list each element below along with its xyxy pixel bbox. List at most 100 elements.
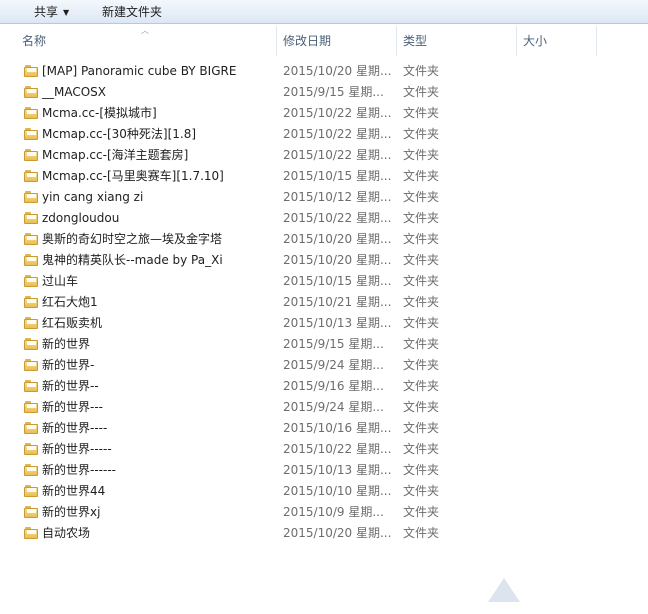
folder-icon (24, 443, 38, 455)
file-date: 2015/10/22 星期... (283, 211, 392, 225)
column-name-label: 名称 (22, 34, 47, 48)
file-name: 过山车 (42, 274, 79, 288)
new-folder-button[interactable]: 新建文件夹 (98, 3, 166, 21)
file-row[interactable]: 新的世界xj 2015/10/9 星期... 文件夹 (0, 502, 648, 523)
file-date: 2015/10/20 星期... (283, 64, 392, 78)
column-header: ︿ 名称 修改日期 类型 大小 (0, 26, 648, 56)
folder-icon (24, 65, 38, 77)
file-date: 2015/10/22 星期... (283, 442, 392, 456)
folder-icon (24, 170, 38, 182)
file-row[interactable]: Mcmap.cc-[海洋主题套房] 2015/10/22 星期... 文件夹 (0, 145, 648, 166)
folder-icon (24, 506, 38, 518)
file-date: 2015/10/22 星期... (283, 148, 392, 162)
folder-icon (24, 296, 38, 308)
file-name: 奥斯的奇幻时空之旅—埃及金字塔 (42, 232, 223, 246)
file-row[interactable]: 新的世界44 2015/10/10 星期... 文件夹 (0, 481, 648, 502)
file-row[interactable]: 新的世界 2015/9/15 星期... 文件夹 (0, 334, 648, 355)
file-name: __MACOSX (42, 85, 107, 99)
folder-icon (24, 86, 38, 98)
folder-icon (24, 485, 38, 497)
file-row[interactable]: [MAP] Panoramic cube BY BIGRE 2015/10/20 … (0, 61, 648, 82)
folder-icon (24, 464, 38, 476)
column-size-label: 大小 (523, 34, 548, 48)
file-type: 文件夹 (403, 463, 440, 477)
folder-icon (24, 254, 38, 266)
file-row[interactable]: __MACOSX 2015/9/15 星期... 文件夹 (0, 82, 648, 103)
file-type: 文件夹 (403, 274, 440, 288)
chevron-down-icon: ▼ (63, 8, 70, 17)
folder-icon (24, 107, 38, 119)
column-divider[interactable] (596, 26, 597, 56)
file-row[interactable]: 新的世界---- 2015/10/16 星期... 文件夹 (0, 418, 648, 439)
folder-icon (24, 317, 38, 329)
file-date: 2015/10/15 星期... (283, 274, 392, 288)
column-size-header[interactable]: 大小 (517, 26, 596, 56)
folder-icon (24, 338, 38, 350)
file-type: 文件夹 (403, 253, 440, 267)
folder-icon (24, 527, 38, 539)
file-type: 文件夹 (403, 106, 440, 120)
file-name: 自动农场 (42, 526, 91, 540)
folder-icon (24, 380, 38, 392)
file-row[interactable]: Mcmap.cc-[30种死法][1.8] 2015/10/22 星期... 文件夹 (0, 124, 648, 145)
file-type: 文件夹 (403, 232, 440, 246)
file-name: Mcmap.cc-[30种死法][1.8] (42, 127, 197, 141)
file-type: 文件夹 (403, 400, 440, 414)
file-row[interactable]: 鬼神的精英队长--made by Pa_Xi 2015/10/20 星期... 文件… (0, 250, 648, 271)
file-type: 文件夹 (403, 316, 440, 330)
file-type: 文件夹 (403, 526, 440, 540)
file-date: 2015/9/15 星期... (283, 85, 384, 99)
file-name: 新的世界- (42, 358, 95, 372)
file-name: 新的世界----- (42, 442, 112, 456)
file-row[interactable]: 新的世界--- 2015/9/24 星期... 文件夹 (0, 397, 648, 418)
file-name: 红石贩卖机 (42, 316, 103, 330)
file-date: 2015/10/20 星期... (283, 232, 392, 246)
file-date: 2015/10/21 星期... (283, 295, 392, 309)
file-date: 2015/9/24 星期... (283, 358, 384, 372)
file-name: 鬼神的精英队长--made by Pa_Xi (42, 253, 223, 267)
file-row[interactable]: 红石贩卖机 2015/10/13 星期... 文件夹 (0, 313, 648, 334)
file-name: 红石大炮1 (42, 295, 98, 309)
file-list: [MAP] Panoramic cube BY BIGRE 2015/10/20 … (0, 61, 648, 544)
share-label: 共享 (34, 5, 59, 19)
column-type-header[interactable]: 类型 (397, 26, 516, 56)
file-date: 2015/9/15 星期... (283, 337, 384, 351)
file-row[interactable]: 奥斯的奇幻时空之旅—埃及金字塔 2015/10/20 星期... 文件夹 (0, 229, 648, 250)
file-row[interactable]: 自动农场 2015/10/20 星期... 文件夹 (0, 523, 648, 544)
folder-icon (24, 191, 38, 203)
new-folder-label: 新建文件夹 (102, 5, 163, 19)
file-row[interactable]: 新的世界------ 2015/10/13 星期... 文件夹 (0, 460, 648, 481)
file-name: Mcmap.cc-[海洋主题套房] (42, 148, 189, 162)
folder-icon (24, 149, 38, 161)
file-name: 新的世界-- (42, 379, 99, 393)
file-name: 新的世界------ (42, 463, 116, 477)
file-row[interactable]: 新的世界----- 2015/10/22 星期... 文件夹 (0, 439, 648, 460)
file-row[interactable]: 新的世界-- 2015/9/16 星期... 文件夹 (0, 376, 648, 397)
file-row[interactable]: 过山车 2015/10/15 星期... 文件夹 (0, 271, 648, 292)
folder-icon (24, 212, 38, 224)
share-button[interactable]: 共享 ▼ (30, 3, 73, 21)
column-name-header[interactable]: 名称 (16, 26, 276, 56)
file-row[interactable]: 红石大炮1 2015/10/21 星期... 文件夹 (0, 292, 648, 313)
watermark-logo (488, 574, 638, 608)
file-date: 2015/10/9 星期... (283, 505, 384, 519)
file-date: 2015/10/13 星期... (283, 316, 392, 330)
file-row[interactable]: Mcmap.cc-[马里奥赛车][1.7.10] 2015/10/15 星期...… (0, 166, 648, 187)
file-name: 新的世界---- (42, 421, 108, 435)
file-row[interactable]: zdongloudou 2015/10/22 星期... 文件夹 (0, 208, 648, 229)
file-type: 文件夹 (403, 148, 440, 162)
file-name: 新的世界 (42, 337, 91, 351)
file-type: 文件夹 (403, 169, 440, 183)
file-type: 文件夹 (403, 442, 440, 456)
file-row[interactable]: yin cang xiang zi 2015/10/12 星期... 文件夹 (0, 187, 648, 208)
toolbar: 共享 ▼ 新建文件夹 (0, 0, 648, 24)
file-type: 文件夹 (403, 337, 440, 351)
file-type: 文件夹 (403, 484, 440, 498)
file-row[interactable]: 新的世界- 2015/9/24 星期... 文件夹 (0, 355, 648, 376)
folder-icon (24, 128, 38, 140)
file-name: 新的世界xj (42, 505, 101, 519)
file-row[interactable]: Mcma.cc-[模拟城市] 2015/10/22 星期... 文件夹 (0, 103, 648, 124)
file-type: 文件夹 (403, 190, 440, 204)
column-date-header[interactable]: 修改日期 (277, 26, 396, 56)
file-type: 文件夹 (403, 505, 440, 519)
